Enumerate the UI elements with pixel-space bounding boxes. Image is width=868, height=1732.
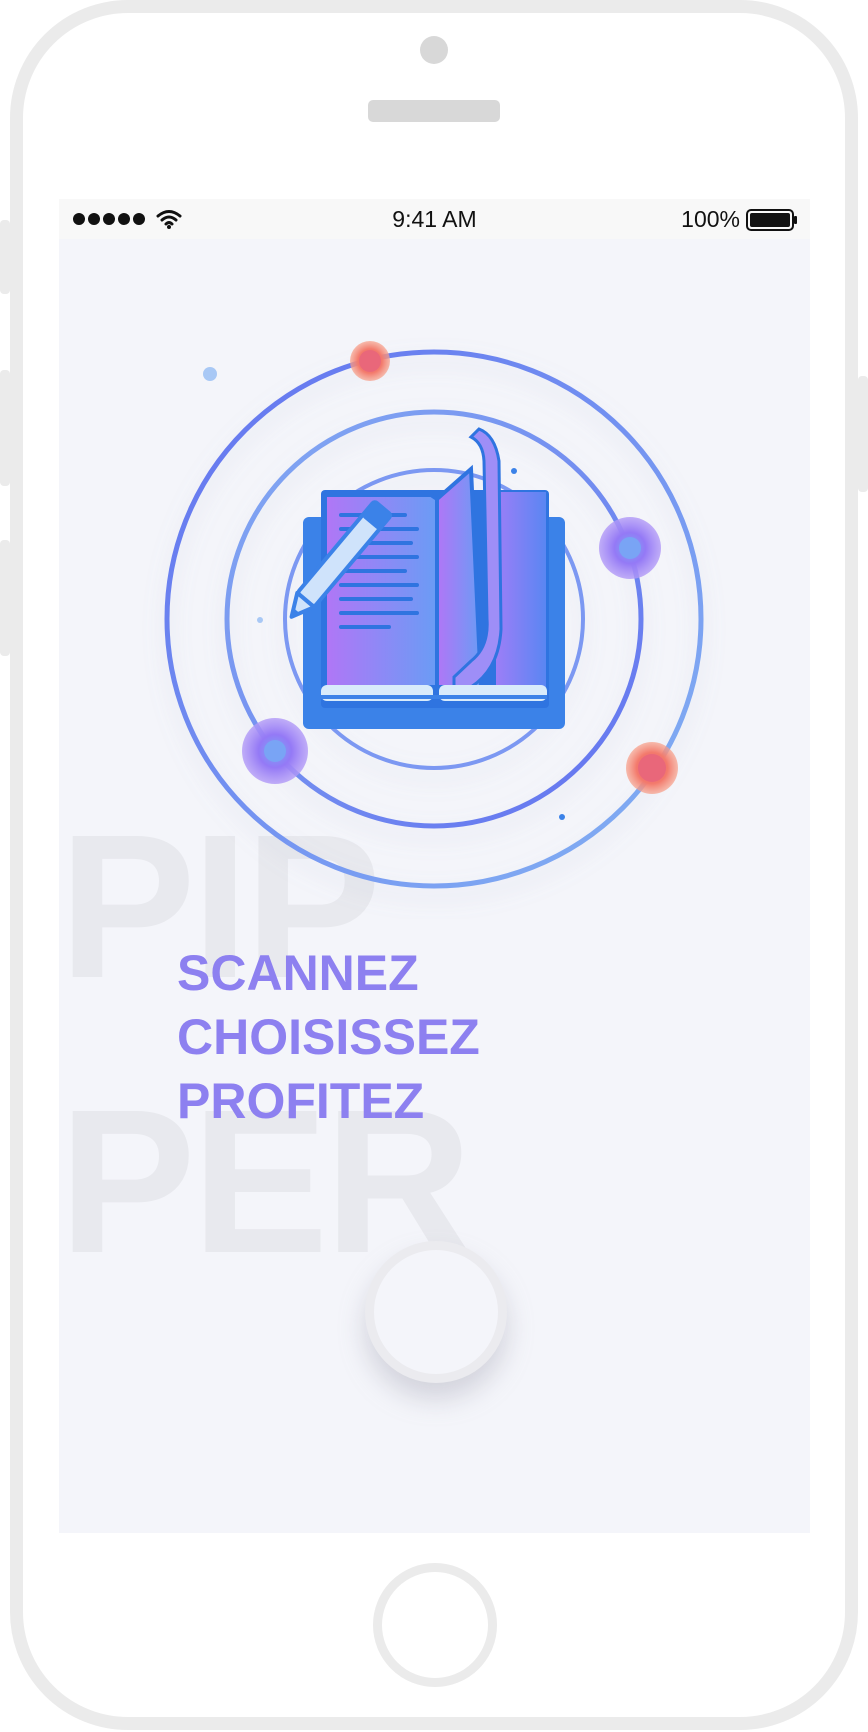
side-button-power [858,376,868,492]
decor-dot [511,468,517,474]
side-button-mute [0,220,10,294]
tagline-line-enjoy: PROFITEZ [177,1073,425,1129]
home-button[interactable] [373,1563,497,1687]
decor-dot [257,617,263,623]
tagline: SCANNEZ CHOISISSEZ PROFITEZ [177,941,480,1133]
front-camera [420,36,448,64]
decor-dot [203,367,217,381]
app-screen: 9:41 AM 100% PIP PER SCANNEZ CHOISISSEZ … [59,199,810,1533]
tagline-line-scan: SCANNEZ [177,945,419,1001]
hero-illustration [164,341,704,889]
tagline-line-choose: CHOISISSEZ [177,1009,480,1065]
decor-dot [559,814,565,820]
start-button[interactable] [365,1241,507,1383]
earpiece-speaker [368,100,500,122]
side-button-volume-up [0,370,10,486]
open-book-with-pencil-icon [289,427,565,729]
side-button-volume-down [0,540,10,656]
